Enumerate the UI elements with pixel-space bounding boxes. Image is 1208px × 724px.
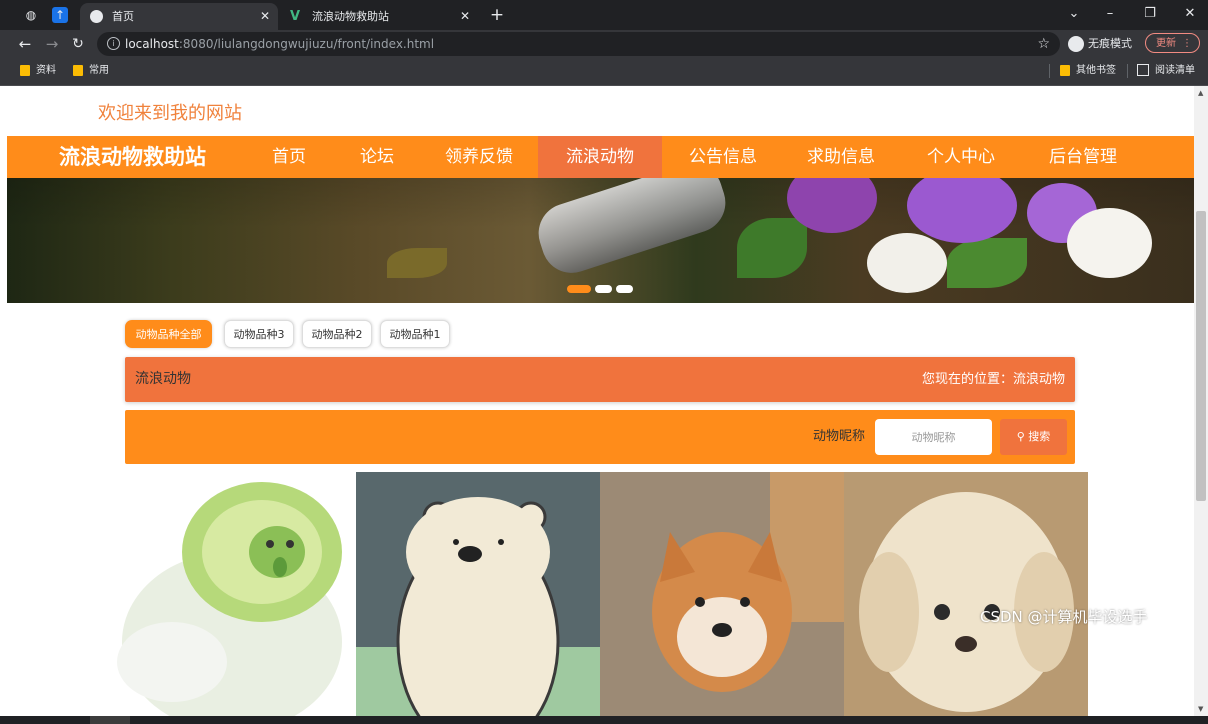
animal-image bbox=[117, 482, 342, 716]
nav-adoption-feedback[interactable]: 领养反馈 bbox=[435, 136, 523, 178]
tab-title: 流浪动物救助站 bbox=[312, 10, 389, 23]
banner-decoration bbox=[1067, 208, 1152, 278]
more-menu-icon: ⋮ bbox=[1182, 38, 1192, 49]
tab-home[interactable]: 首页 ✕ bbox=[80, 3, 278, 30]
incognito-icon bbox=[1068, 36, 1084, 52]
restore-icon[interactable]: ❐ bbox=[1132, 0, 1168, 30]
section-header: 流浪动物 您现在的位置：流浪动物 bbox=[125, 357, 1075, 402]
folder-icon bbox=[20, 64, 30, 76]
pinned-tab-icon[interactable]: ↑ bbox=[52, 7, 68, 23]
scroll-down-icon[interactable]: ▼ bbox=[1198, 705, 1203, 713]
globe-icon[interactable]: ◍ bbox=[20, 5, 42, 25]
animal-card-shiba[interactable] bbox=[600, 472, 844, 716]
animal-card-ice-bear[interactable] bbox=[356, 472, 600, 716]
banner-carousel[interactable] bbox=[7, 178, 1194, 303]
other-bookmarks[interactable]: 其他书签 bbox=[1060, 58, 1116, 84]
reading-list[interactable]: 阅读清单 bbox=[1137, 58, 1195, 84]
bookmarks-bar: 资料 常用 其他书签 阅读清单 bbox=[0, 58, 1208, 86]
close-window-icon[interactable]: ✕ bbox=[1172, 0, 1208, 30]
minimize-icon[interactable]: – bbox=[1092, 0, 1128, 30]
divider bbox=[1127, 64, 1128, 78]
url-text: localhost:8080/liulangdongwujiuzu/front/… bbox=[125, 37, 435, 51]
search-label: 动物昵称 bbox=[813, 429, 866, 444]
animal-image bbox=[844, 472, 1088, 716]
search-input[interactable] bbox=[875, 419, 992, 455]
update-button[interactable]: 更新 ⋮ bbox=[1145, 33, 1200, 53]
reading-list-icon bbox=[1137, 64, 1149, 76]
banner-decoration bbox=[947, 238, 1027, 288]
section-title: 流浪动物 bbox=[135, 371, 191, 387]
vue-icon: V bbox=[290, 9, 301, 24]
bookmark-folder[interactable]: 常用 bbox=[73, 58, 109, 84]
scroll-up-icon[interactable]: ▲ bbox=[1198, 89, 1203, 97]
incognito-indicator[interactable]: 无痕模式 bbox=[1068, 34, 1132, 54]
welcome-text: 欢迎来到我的网站 bbox=[98, 103, 242, 124]
folder-icon bbox=[73, 64, 83, 76]
filter-breed-1[interactable]: 动物品种1 bbox=[380, 320, 450, 348]
search-panel: 动物昵称 ⚲ 搜索 bbox=[125, 410, 1075, 464]
scrollbar-thumb[interactable] bbox=[1196, 211, 1206, 501]
chevron-down-icon[interactable]: ⌄ bbox=[1056, 0, 1092, 30]
nav-admin[interactable]: 后台管理 bbox=[1037, 136, 1129, 178]
tab-title: 首页 bbox=[112, 10, 134, 23]
nav-stray-animals[interactable]: 流浪动物 bbox=[538, 136, 662, 178]
watermark: CSDN @计算机毕设选手 bbox=[980, 608, 1148, 626]
banner-decoration bbox=[907, 178, 1017, 243]
nav-help-requests[interactable]: 求助信息 bbox=[795, 136, 887, 178]
search-button[interactable]: ⚲ 搜索 bbox=[1000, 419, 1067, 455]
page-scrollbar[interactable]: ▲ ▼ bbox=[1194, 86, 1208, 716]
banner-decoration bbox=[530, 178, 734, 281]
animal-image bbox=[356, 472, 600, 716]
info-icon[interactable]: i bbox=[107, 37, 120, 50]
back-icon[interactable]: ← bbox=[15, 34, 35, 54]
animal-card-puppy[interactable] bbox=[844, 472, 1088, 716]
bookmark-star-icon[interactable]: ☆ bbox=[1037, 32, 1050, 56]
carousel-dot[interactable] bbox=[616, 285, 633, 293]
animal-image bbox=[600, 472, 844, 716]
forward-icon[interactable]: → bbox=[42, 34, 62, 54]
divider bbox=[1049, 64, 1050, 78]
carousel-dot[interactable] bbox=[567, 285, 591, 293]
bookmark-folder[interactable]: 资料 bbox=[20, 58, 56, 84]
nav-forum[interactable]: 论坛 bbox=[347, 136, 407, 178]
taskbar-strip bbox=[0, 716, 1208, 724]
filter-all-breeds[interactable]: 动物品种全部 bbox=[125, 320, 212, 348]
browser-toolbar: ← → ↻ i localhost:8080/liulangdongwujiuz… bbox=[0, 30, 1208, 58]
folder-icon bbox=[1060, 64, 1070, 76]
browser-tab-bar: ◍ ↑ 首页 ✕ V 流浪动物救助站 ✕ + ⌄ – ❐ ✕ bbox=[0, 0, 1208, 30]
filter-breed-2[interactable]: 动物品种2 bbox=[302, 320, 372, 348]
site-name[interactable]: 流浪动物救助站 bbox=[59, 136, 206, 178]
tab-rescue-station[interactable]: V 流浪动物救助站 ✕ bbox=[280, 3, 478, 30]
animal-grid bbox=[112, 472, 1088, 716]
main-nav: 流浪动物救助站 首页 论坛 领养反馈 流浪动物 公告信息 求助信息 个人中心 后… bbox=[7, 136, 1194, 178]
banner-decoration bbox=[737, 218, 807, 278]
reload-icon[interactable]: ↻ bbox=[68, 34, 88, 54]
search-icon: ⚲ bbox=[1016, 430, 1025, 443]
banner-decoration bbox=[387, 248, 447, 278]
carousel-dot[interactable] bbox=[595, 285, 612, 293]
nav-announcements[interactable]: 公告信息 bbox=[677, 136, 769, 178]
filter-breed-3[interactable]: 动物品种3 bbox=[224, 320, 294, 348]
new-tab-icon[interactable]: + bbox=[486, 5, 508, 25]
close-icon[interactable]: ✕ bbox=[460, 3, 470, 30]
nav-home[interactable]: 首页 bbox=[257, 136, 321, 178]
banner-decoration bbox=[867, 233, 947, 293]
breadcrumb: 您现在的位置：流浪动物 bbox=[921, 372, 1065, 387]
globe-icon bbox=[90, 10, 103, 23]
animal-card-cabbage-dog[interactable] bbox=[112, 472, 356, 716]
carousel-dots bbox=[567, 278, 637, 297]
taskbar-segment bbox=[90, 716, 130, 724]
close-icon[interactable]: ✕ bbox=[260, 3, 270, 30]
address-bar[interactable]: i localhost:8080/liulangdongwujiuzu/fron… bbox=[97, 32, 1060, 56]
nav-profile[interactable]: 个人中心 bbox=[915, 136, 1007, 178]
